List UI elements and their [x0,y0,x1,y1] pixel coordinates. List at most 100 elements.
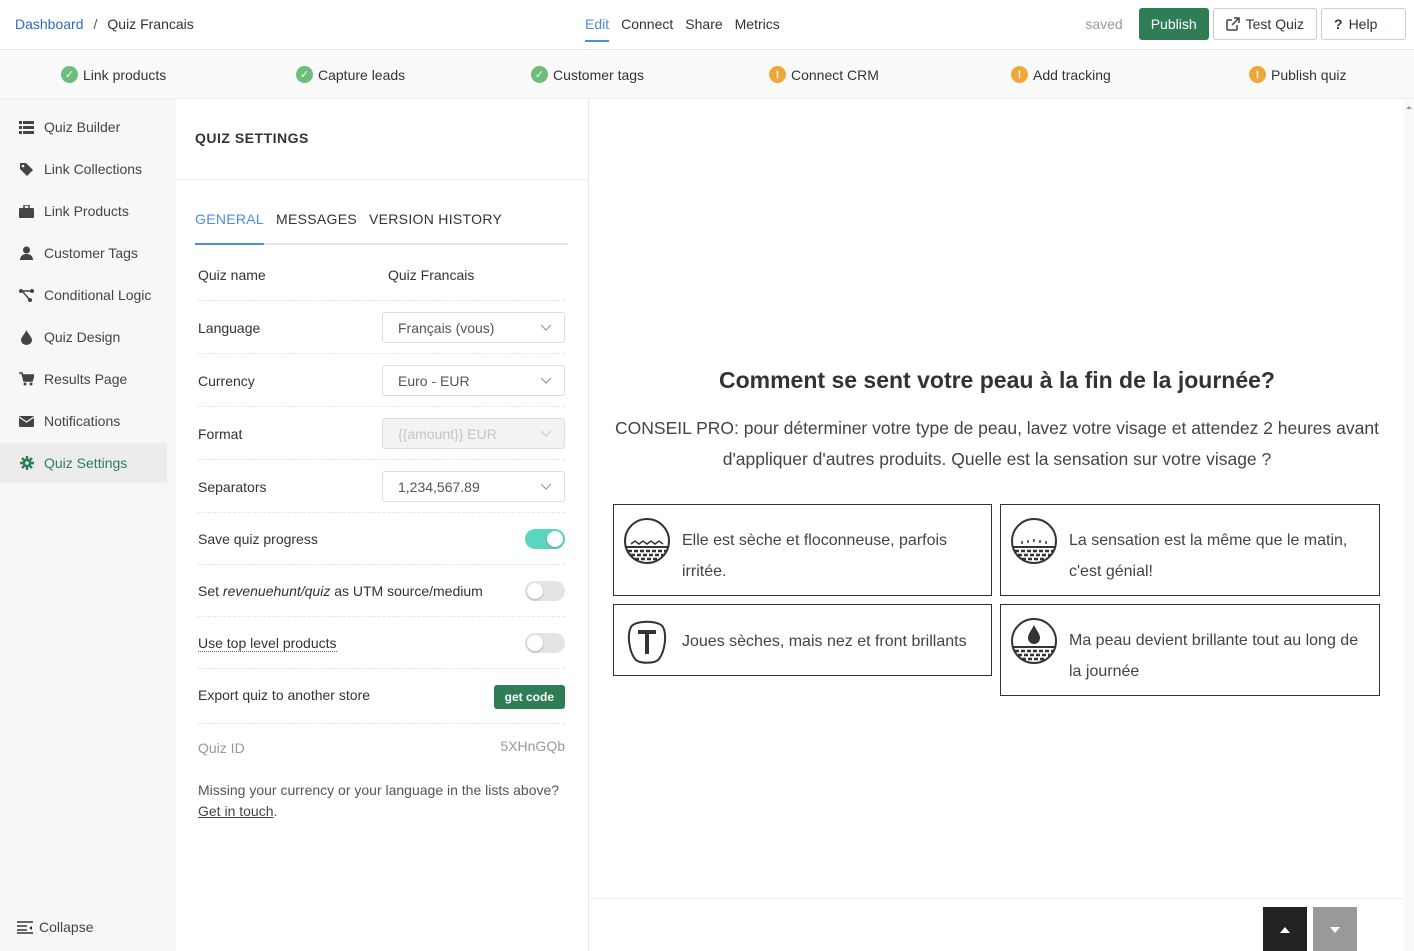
warning-icon: ! [1011,66,1028,83]
language-select[interactable]: Français (vous) [382,312,565,343]
separators-select[interactable]: 1,234,567.89 [382,471,565,502]
sidebar-item-label: Quiz Builder [44,119,121,135]
note-text: Missing your currency or your language i… [198,782,560,798]
utm-suffix: as UTM source/medium [330,583,483,599]
answer-option[interactable]: Ma peau devient brillante tout au long d… [1000,604,1380,696]
t-zone-icon [627,620,667,664]
sidebar-item-label: Quiz Design [44,329,121,345]
utm-source: revenuehunt/quiz [222,583,331,599]
test-quiz-label: Test Quiz [1245,16,1304,32]
breadcrumb-dashboard-link[interactable]: Dashboard [15,16,84,32]
checklist-connect-crm[interactable]: ! Connect CRM [769,66,879,83]
language-row: Language Français (vous) [198,301,565,354]
save-progress-row: Save quiz progress [198,513,565,565]
sidebar-item-link-products[interactable]: Link Products [0,191,167,231]
answer-option[interactable]: Elle est sèche et floconneuse, parfois i… [613,504,992,596]
sidebar-item-quiz-builder[interactable]: Quiz Builder [0,107,167,147]
test-quiz-button[interactable]: Test Quiz [1212,8,1317,40]
checklist-label: Add tracking [1033,66,1111,83]
answer-option[interactable]: Joues sèches, mais nez et front brillant… [613,604,992,676]
checklist-capture-leads[interactable]: ✓ Capture leads [296,66,405,83]
chevron-down-icon [540,377,552,384]
save-progress-label: Save quiz progress [198,531,318,547]
check-icon: ✓ [296,66,313,83]
language-label: Language [198,320,261,336]
answer-text: Elle est sèche et floconneuse, parfois i… [682,532,948,580]
currency-label: Currency [198,373,255,389]
scroll-up-icon [1406,106,1412,109]
answer-text: La sensation est la même que le matin, c… [1069,532,1348,580]
oily-skin-icon [1011,618,1057,664]
toggle-knob [527,635,543,651]
sidebar-item-label: Results Page [44,371,128,387]
currency-select[interactable]: Euro - EUR [382,365,565,396]
collapse-sidebar-button[interactable]: Collapse [17,919,93,935]
export-row: Export quiz to another store get code [198,669,565,724]
tab-messages[interactable]: MESSAGES [276,211,357,243]
currency-row: Currency Euro - EUR [198,354,565,407]
question-description: CONSEIL PRO: pour déterminer votre type … [615,418,1379,469]
format-row: Format {{amount}} EUR [198,407,565,460]
quiz-id-label: Quiz ID [198,740,245,756]
caret-up-icon [1280,926,1290,933]
tag-icon [19,162,34,177]
nav-metrics[interactable]: Metrics [735,16,780,42]
settings-tabs: GENERAL MESSAGES VERSION HISTORY [195,211,568,245]
previous-question-button[interactable] [1263,907,1307,951]
help-note: Missing your currency or your language i… [198,780,568,822]
checklist-customer-tags[interactable]: ✓ Customer tags [531,66,644,83]
tab-version-history[interactable]: VERSION HISTORY [369,211,502,243]
quiz-name-value[interactable]: Quiz Francais [388,267,474,283]
nav-share[interactable]: Share [685,16,722,42]
answer-option[interactable]: La sensation est la même que le matin, c… [1000,504,1380,596]
checklist-label: Capture leads [318,66,406,83]
check-icon: ✓ [531,66,548,83]
sidebar-item-label: Notifications [44,413,121,429]
check-icon: ✓ [61,66,78,83]
chevron-down-icon [540,324,552,331]
sidebar-item-conditional-logic[interactable]: Conditional Logic [0,275,167,315]
get-code-button[interactable]: get code [493,685,565,709]
quiz-name-row: Quiz name Quiz Francais [198,249,565,301]
envelope-icon [19,414,34,429]
format-label: Format [198,426,243,442]
publish-button[interactable]: Publish [1138,8,1209,40]
checklist-link-products[interactable]: ✓ Link products [61,66,166,83]
droplet-icon [19,329,34,345]
sidebar-item-notifications[interactable]: Notifications [0,401,167,441]
dry-skin-icon [624,518,670,564]
preview-nav-bar [590,898,1404,951]
format-value: {{amount}} EUR [398,426,497,442]
quiz-settings-panel: QUIZ SETTINGS GENERAL MESSAGES VERSION H… [176,99,589,951]
collapse-icon [17,920,33,934]
format-select: {{amount}} EUR [382,418,565,449]
separators-row: Separators 1,234,567.89 [198,460,565,513]
sidebar-item-quiz-design[interactable]: Quiz Design [0,317,167,357]
breadcrumb-current: Quiz Francais [107,16,194,32]
utm-prefix: Set [198,583,223,599]
tab-general[interactable]: GENERAL [195,211,265,245]
utm-toggle[interactable] [525,581,565,601]
top-level-products-toggle[interactable] [525,633,565,653]
panel-title: QUIZ SETTINGS [176,99,588,180]
checklist-publish-quiz[interactable]: ! Publish quiz [1249,66,1347,83]
preview-scrollbar[interactable] [1404,99,1414,951]
sidebar-item-label: Link Products [44,203,129,219]
help-button[interactable]: ? Help [1321,8,1406,40]
nav-edit[interactable]: Edit [585,16,610,42]
utm-row: Set revenuehunt/quiz as UTM source/mediu… [198,565,565,617]
question-icon: ? [1334,16,1343,32]
next-question-button[interactable] [1313,907,1357,951]
sidebar-item-results-page[interactable]: Results Page [0,359,167,399]
chevron-down-icon [540,483,552,490]
save-progress-toggle[interactable] [525,529,565,549]
checklist-add-tracking[interactable]: ! Add tracking [1011,66,1111,83]
get-in-touch-link[interactable]: Get in touch [198,803,274,819]
sidebar-item-quiz-settings[interactable]: Quiz Settings [0,443,167,483]
sidebar-item-customer-tags[interactable]: Customer Tags [0,233,167,273]
quiz-id-value: 5XHnGQb [500,738,565,754]
nav-connect[interactable]: Connect [621,16,673,42]
language-value: Français (vous) [398,320,495,336]
sidebar-item-link-collections[interactable]: Link Collections [0,149,167,189]
list-icon [19,120,34,135]
